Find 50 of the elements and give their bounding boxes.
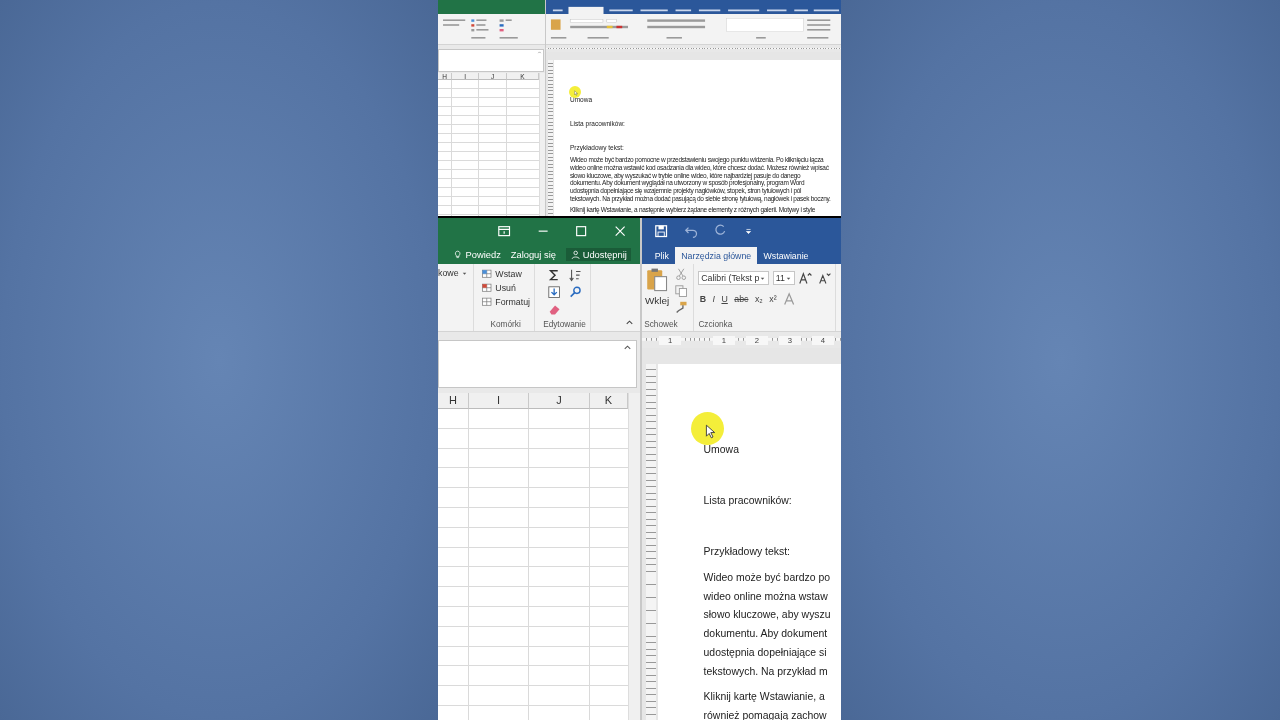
caret-icon bbox=[759, 275, 767, 283]
format-button[interactable]: B bbox=[698, 293, 708, 304]
ribbon-command[interactable]: Wstaw bbox=[481, 268, 522, 280]
fill-down-icon[interactable] bbox=[546, 285, 562, 300]
group-label: Edytowanie bbox=[543, 320, 586, 330]
ribbon-tab[interactable]: Wstawianie bbox=[757, 247, 815, 265]
paragraph-text: Wideo może być bardzo po wideo online można wstaw słowo kluczowe, aby wyszu dokumentu. Aby dokument udostępnia dopełniające si tekstowych. Na przykład m bbox=[703, 570, 832, 679]
paragraph-text: Kliknij kartę Wstawianie, a również pomagają zachow bbox=[703, 689, 828, 720]
share-button[interactable]: Udostępnij bbox=[565, 247, 632, 262]
save-icon[interactable] bbox=[654, 224, 669, 239]
styles-dropdown[interactable]: kowe bbox=[438, 268, 469, 279]
sign-in-link[interactable]: Zaloguj się bbox=[510, 249, 556, 260]
ribbon-tab[interactable]: Plik bbox=[648, 247, 676, 265]
grow-font-icon[interactable] bbox=[798, 270, 813, 286]
document-text: Przykładowy tekst: bbox=[703, 544, 791, 559]
format-button[interactable]: abc bbox=[732, 293, 750, 304]
group-label: Schowek bbox=[644, 320, 679, 330]
sort-icon[interactable] bbox=[567, 268, 583, 283]
format-button[interactable]: U bbox=[720, 293, 730, 304]
delete-cells-icon bbox=[481, 282, 493, 294]
scrollbar[interactable] bbox=[628, 392, 640, 720]
font-size-field[interactable]: 11 bbox=[772, 271, 795, 285]
paste-button[interactable]: Wklej bbox=[644, 267, 670, 315]
tell-me-field[interactable]: Powiedz bbox=[453, 249, 501, 260]
ribbon-command[interactable]: Usuń bbox=[481, 282, 516, 294]
scrollbar[interactable] bbox=[539, 72, 545, 216]
format-button[interactable]: x₂ bbox=[753, 293, 765, 304]
ribbon-command[interactable]: Formatuj bbox=[481, 296, 531, 308]
text-effects-icon[interactable] bbox=[781, 291, 796, 306]
group-label: Czcionka bbox=[698, 320, 734, 330]
document-text: Lista pracowników: bbox=[703, 494, 793, 508]
maximize-icon[interactable] bbox=[574, 224, 589, 239]
insert-cells-icon bbox=[481, 268, 493, 280]
shrink-font-icon[interactable] bbox=[816, 270, 831, 286]
format-button[interactable]: x² bbox=[767, 293, 778, 304]
copy-icon[interactable] bbox=[674, 283, 689, 299]
caret-icon bbox=[784, 275, 792, 283]
person-icon bbox=[570, 249, 580, 260]
format-cells-icon bbox=[481, 296, 493, 308]
format-painter-icon[interactable] bbox=[674, 300, 689, 315]
scissors-icon[interactable] bbox=[674, 267, 689, 282]
cursor-highlight-icon bbox=[568, 86, 581, 99]
font-name-field[interactable]: Calibri (Tekst p bbox=[698, 271, 770, 285]
lightbulb-icon bbox=[453, 249, 463, 260]
document-heading: Umowa bbox=[703, 443, 740, 458]
ribbon-display-icon[interactable] bbox=[497, 224, 512, 239]
ribbon-tab[interactable]: Narzędzia główne bbox=[675, 247, 758, 265]
group-label: Komórki bbox=[490, 320, 521, 330]
cursor-highlight-icon bbox=[691, 411, 725, 445]
format-button[interactable]: I bbox=[711, 293, 717, 304]
